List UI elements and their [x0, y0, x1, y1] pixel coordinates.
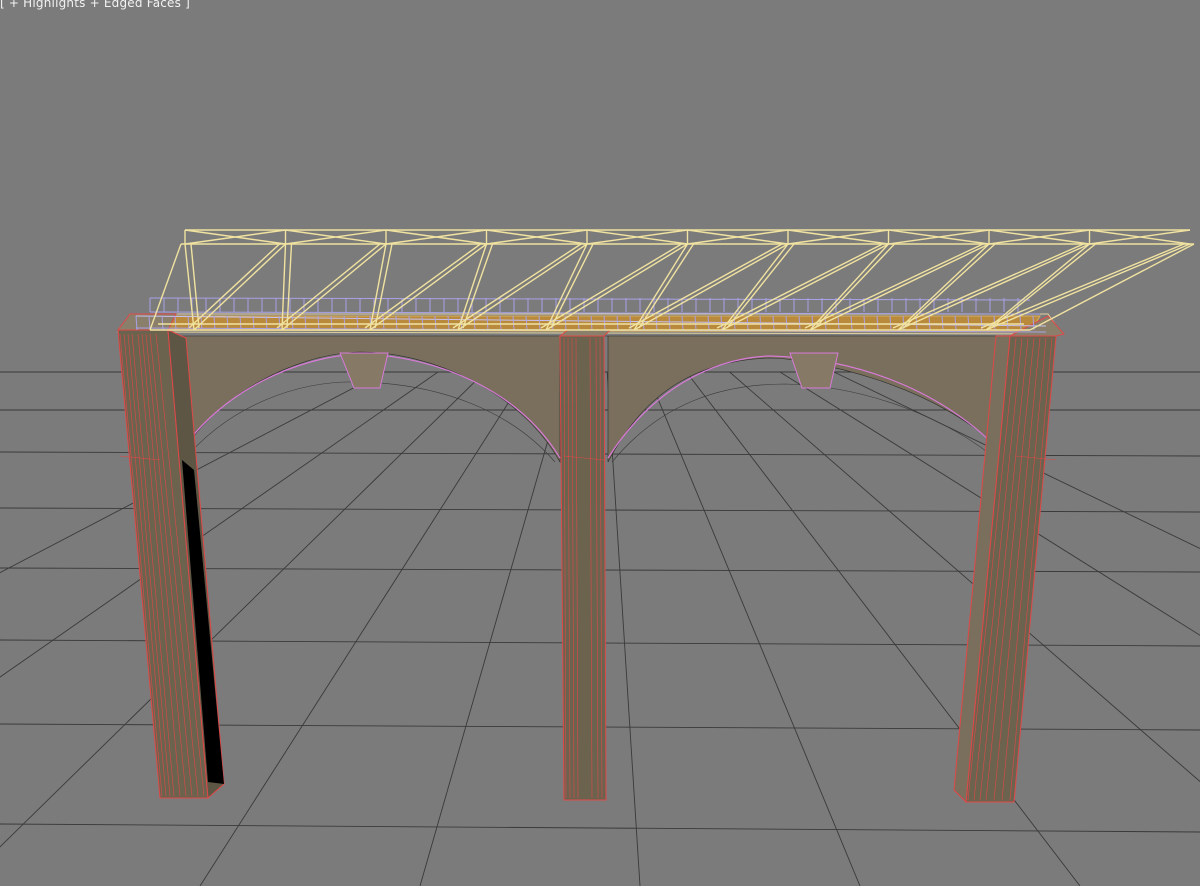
grid-line [0, 823, 1200, 833]
truss-diagonal [462, 243, 494, 329]
truss-diagonal [628, 243, 783, 329]
grid-line [0, 371, 439, 678]
truss-diagonal [286, 243, 293, 329]
truss-diagonal [892, 243, 1084, 329]
truss-diagonal [980, 243, 1185, 329]
truss-diagonal [550, 243, 594, 329]
grid-line [0, 371, 486, 848]
truss-diagonal [985, 243, 1191, 331]
truss-diagonal [814, 243, 896, 329]
truss[interactable] [149, 229, 1195, 331]
viewport-scene[interactable] [0, 0, 1200, 886]
truss-diagonal [804, 243, 984, 329]
keystone-left[interactable] [339, 352, 389, 389]
truss-diagonal [902, 243, 996, 329]
truss-diagonal [188, 243, 280, 329]
truss-diagonal [276, 243, 381, 329]
grid-line [419, 371, 569, 886]
grid-line [646, 371, 861, 886]
truss-diagonal [716, 243, 883, 329]
center-pier[interactable] [558, 329, 612, 801]
grid-line [199, 371, 529, 886]
grid-line [729, 371, 1200, 783]
viewport-shading-label[interactable]: [ + Highlights + Edged Faces ] [0, 0, 190, 10]
truss-diagonal [990, 243, 1096, 329]
perspective-viewport[interactable]: [ + Highlights + Edged Faces ] [0, 0, 1200, 886]
